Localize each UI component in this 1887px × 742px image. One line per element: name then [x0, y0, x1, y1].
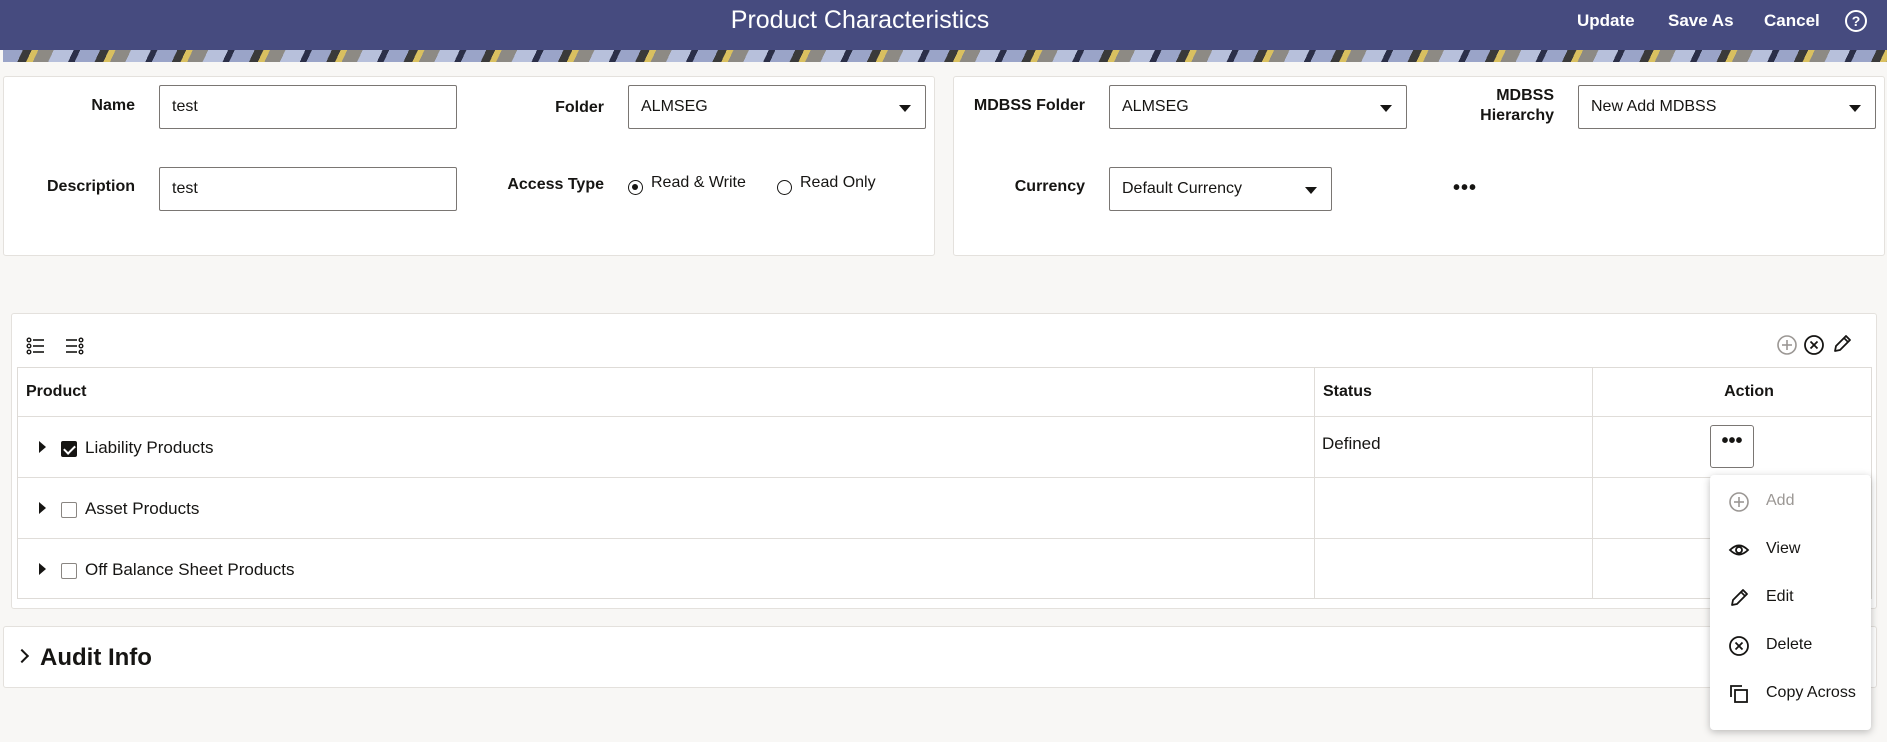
column-header-status[interactable]: Status: [1323, 368, 1372, 416]
menu-item-copy-across[interactable]: Copy Across: [1710, 671, 1871, 715]
menu-item-label: Copy Across: [1766, 684, 1856, 701]
currency-label: Currency: [1014, 178, 1085, 195]
copy-icon: [1730, 685, 1748, 703]
product-table: Product Status Action: [17, 367, 1872, 599]
row-checkbox[interactable]: [61, 502, 77, 518]
menu-item-edit[interactable]: Edit: [1710, 575, 1871, 619]
folder-select[interactable]: ALMSEG: [628, 85, 926, 129]
audit-info-section[interactable]: Audit Info: [3, 626, 1877, 688]
menu-item-label: Delete: [1766, 636, 1813, 653]
eye-icon: [1728, 544, 1750, 556]
row-checkbox[interactable]: [61, 441, 77, 457]
mdbss-folder-select[interactable]: ALMSEG: [1109, 85, 1407, 129]
header-banner: [3, 50, 1887, 62]
description-input[interactable]: test: [159, 167, 457, 211]
mdbss-hierarchy-value: New Add MDBSS: [1591, 98, 1717, 115]
access-type-label: Access Type: [507, 176, 604, 193]
pencil-icon: [1731, 589, 1748, 606]
currency-select[interactable]: Default Currency: [1109, 167, 1332, 211]
menu-item-view[interactable]: View: [1710, 527, 1871, 571]
page-title: Product Characteristics: [730, 6, 990, 34]
chevron-down-icon: [899, 105, 911, 112]
row-divider: [18, 477, 1871, 478]
expand-row-icon[interactable]: [39, 441, 46, 453]
column-header-action: Action: [1724, 383, 1774, 400]
product-name: Liability Products: [85, 438, 214, 457]
row-divider: [18, 538, 1871, 539]
folder-label: Folder: [555, 99, 604, 116]
save-as-button[interactable]: Save As: [1668, 10, 1734, 32]
menu-item-label: View: [1766, 540, 1801, 557]
product-name: Off Balance Sheet Products: [85, 560, 295, 579]
row-checkbox[interactable]: [61, 563, 77, 579]
expand-row-icon[interactable]: [39, 502, 46, 514]
menu-item-add[interactable]: Add: [1710, 479, 1871, 523]
expand-row-icon[interactable]: [39, 563, 46, 575]
cancel-button[interactable]: Cancel: [1764, 10, 1820, 32]
menu-item-delete[interactable]: Delete: [1710, 623, 1871, 667]
column-divider: [1592, 368, 1593, 598]
radio-read-only-label: Read Only: [800, 174, 876, 191]
edit-row-icon[interactable]: [1831, 333, 1853, 355]
chevron-down-icon: [1380, 105, 1392, 112]
expand-list-icon[interactable]: [26, 336, 46, 356]
radio-read-write-label: Read & Write: [651, 174, 746, 191]
help-icon[interactable]: ?: [1845, 10, 1867, 32]
product-name: Asset Products: [85, 499, 200, 518]
column-divider: [1314, 368, 1315, 598]
add-row-icon[interactable]: [1776, 334, 1798, 356]
chevron-down-icon: [1849, 105, 1861, 112]
mdbss-hierarchy-label-line2: Hierarchy: [1480, 107, 1554, 124]
action-menu: Add View Edit Delete Copy Across: [1710, 475, 1871, 730]
chevron-down-icon: [1305, 187, 1317, 194]
more-options-button[interactable]: •••: [1453, 178, 1477, 198]
mdbss-hierarchy-select[interactable]: New Add MDBSS: [1578, 85, 1876, 129]
plus-circle-icon: [1729, 492, 1749, 512]
menu-item-label: Add: [1766, 492, 1795, 509]
collapse-list-icon[interactable]: [65, 336, 85, 356]
mdbss-folder-value: ALMSEG: [1122, 98, 1189, 115]
mdbss-folder-label: MDBSS Folder: [973, 97, 1085, 114]
row-divider: [18, 416, 1871, 417]
x-circle-icon: [1729, 636, 1749, 656]
row-action-button[interactable]: •••: [1710, 425, 1754, 468]
product-status: Defined: [1322, 434, 1381, 453]
delete-row-icon[interactable]: [1803, 334, 1825, 356]
update-button[interactable]: Update: [1577, 10, 1635, 32]
currency-value: Default Currency: [1122, 180, 1243, 197]
menu-item-label: Edit: [1766, 588, 1794, 605]
radio-read-only[interactable]: [777, 180, 792, 195]
description-label: Description: [46, 178, 135, 195]
audit-info-title: Audit Info: [40, 644, 152, 671]
chevron-right-icon[interactable]: [14, 648, 30, 664]
mdbss-hierarchy-label-line1: MDBSS: [1496, 87, 1554, 104]
name-label: Name: [91, 97, 135, 114]
header-bar: Product Characteristics Update Save As C…: [0, 0, 1887, 50]
column-header-product[interactable]: Product: [26, 368, 86, 416]
name-input[interactable]: test: [159, 85, 457, 129]
folder-select-value: ALMSEG: [641, 98, 708, 115]
radio-read-write[interactable]: [628, 180, 643, 195]
